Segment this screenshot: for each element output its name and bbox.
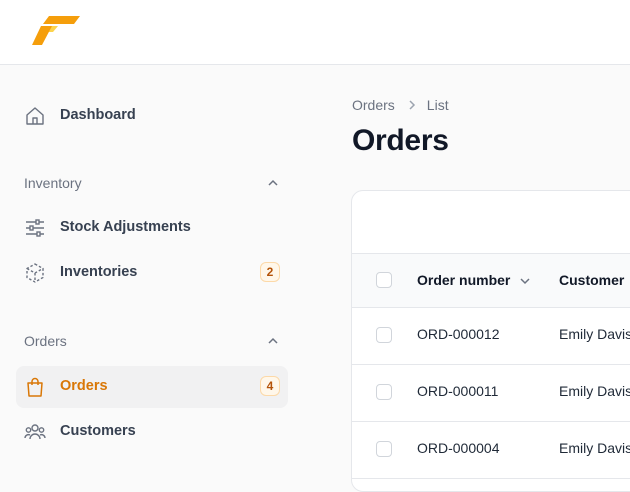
- column-header-order-number[interactable]: Order number: [417, 272, 510, 288]
- chevron-up-icon[interactable]: [266, 334, 280, 348]
- row-checkbox[interactable]: [376, 441, 392, 457]
- sidebar-item-label: Dashboard: [60, 107, 136, 123]
- chevron-up-icon[interactable]: [266, 176, 280, 190]
- users-icon: [24, 421, 46, 443]
- sidebar-group-orders[interactable]: Orders: [24, 331, 280, 353]
- chevron-down-icon[interactable]: [518, 274, 532, 288]
- cube-icon: [24, 262, 46, 284]
- page-title: Orders: [352, 124, 449, 157]
- table-header: Order number Customer: [352, 253, 630, 308]
- brand-logo-icon: [32, 16, 80, 45]
- column-header-customer[interactable]: Customer: [559, 272, 624, 288]
- customer-cell: Emily Davis: [559, 326, 630, 342]
- customer-cell: Emily Davis: [559, 383, 630, 399]
- sidebar-item-dashboard[interactable]: Dashboard: [16, 95, 288, 137]
- select-all-checkbox[interactable]: [376, 272, 392, 288]
- breadcrumb-item-list: List: [426, 97, 449, 113]
- table-row[interactable]: ORD-000004 Emily Davis: [352, 421, 630, 479]
- sidebar-item-stock-adjustments[interactable]: Stock Adjustments: [16, 207, 288, 249]
- sidebar: Dashboard Inventory Stock Adjustments In…: [0, 65, 304, 475]
- breadcrumb-item-orders[interactable]: Orders: [352, 97, 395, 113]
- chevron-right-icon: [407, 99, 417, 111]
- top-bar: [0, 0, 630, 65]
- sidebar-item-label: Orders: [60, 378, 108, 394]
- sidebar-group-label: Orders: [24, 333, 67, 349]
- sliders-icon: [24, 217, 46, 239]
- row-checkbox[interactable]: [376, 327, 392, 343]
- order-number-cell: ORD-000011: [417, 383, 499, 399]
- sidebar-group-inventory[interactable]: Inventory: [24, 173, 280, 195]
- sidebar-item-label: Stock Adjustments: [60, 219, 191, 235]
- breadcrumb: Orders List: [352, 97, 449, 113]
- sidebar-group-label: Inventory: [24, 175, 82, 191]
- home-icon: [24, 105, 46, 127]
- table-row[interactable]: ORD-000011 Emily Davis: [352, 364, 630, 422]
- row-checkbox[interactable]: [376, 384, 392, 400]
- sidebar-item-inventories[interactable]: Inventories 2: [16, 252, 288, 294]
- brand-logo[interactable]: [32, 16, 80, 46]
- sidebar-item-label: Customers: [60, 423, 136, 439]
- sidebar-item-orders[interactable]: Orders 4: [16, 366, 288, 408]
- sidebar-item-customers[interactable]: Customers: [16, 411, 288, 453]
- count-badge: 4: [260, 376, 280, 396]
- order-number-cell: ORD-000004: [417, 440, 500, 456]
- sidebar-item-label: Inventories: [60, 264, 138, 280]
- count-badge: 2: [260, 262, 280, 282]
- customer-cell: Emily Davis: [559, 440, 630, 456]
- table-row[interactable]: ORD-000012 Emily Davis: [352, 307, 630, 365]
- order-number-cell: ORD-000012: [417, 326, 500, 342]
- orders-table-card: Order number Customer ORD-000012 Emily D…: [351, 190, 630, 492]
- shopping-bag-icon: [24, 376, 46, 398]
